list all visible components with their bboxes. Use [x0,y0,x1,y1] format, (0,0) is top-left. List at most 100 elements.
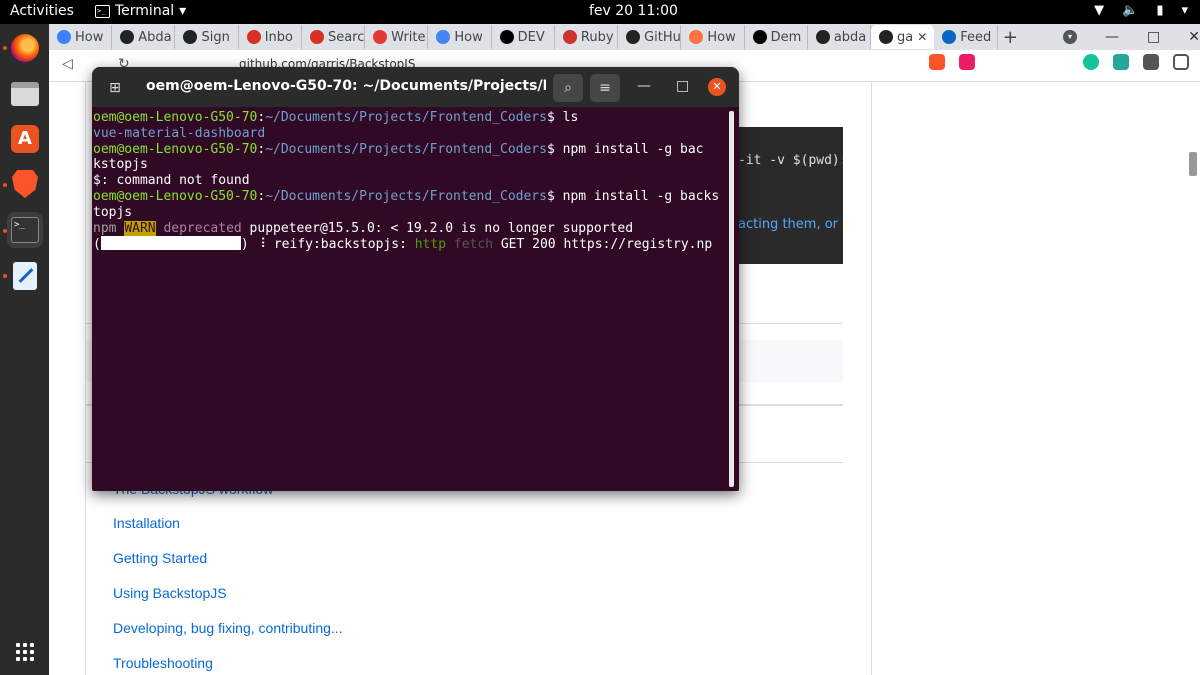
browser-tab[interactable]: ga ✕ [871,25,935,49]
brave-rewards-icon[interactable] [959,54,975,70]
browser-tab[interactable]: Ruby [555,25,619,49]
show-applications-icon[interactable] [7,634,43,670]
tab-favicon-icon [436,30,451,44]
terminal-window[interactable]: ⊞ oem@oem-Lenovo-G50-70: ~/Documents/Pro… [92,67,739,491]
browser-tab[interactable]: Feed [934,25,998,49]
tab-label: Write [391,29,426,45]
tab-close-icon[interactable]: ✕ [917,30,927,44]
tab-label: How [707,29,736,45]
firefox-icon[interactable] [7,30,43,66]
dock: A >_ [0,24,49,675]
browser-tab[interactable]: GitHu [618,25,682,49]
toc-link-using-backstopjs[interactable]: Using BackstopJS [113,585,227,601]
tab-label: abda [833,29,867,45]
toc-link-troubleshooting[interactable]: Troubleshooting [113,655,213,671]
terminal-line: topjs [93,204,133,220]
app-name: Terminal [115,3,175,19]
toc-link-getting-started[interactable]: Getting Started [113,550,207,566]
activities-button[interactable]: Activities [10,3,74,19]
brave-browser-icon[interactable] [7,166,43,202]
code-line: -it -v $(pwd):/ [738,153,843,168]
browser-tab[interactable]: Write [365,25,429,49]
tab-favicon-icon [942,30,957,44]
browser-tab[interactable]: Inbo [239,25,302,49]
wifi-icon: ▼ [1094,3,1105,18]
toc-link-installation[interactable]: Installation [113,515,180,531]
browser-tab[interactable]: Abda [112,25,176,49]
code-block: -it -v $(pwd):/ acting them, or [738,127,843,264]
browser-minimize-icon[interactable]: — [1105,29,1119,45]
tab-favicon-icon [120,30,135,44]
tab-favicon-icon [309,30,324,44]
browser-close-icon[interactable]: ✕ [1188,29,1200,45]
software-store-icon[interactable]: A [7,121,43,157]
browser-tab-strip: How Abda Sign Inbo Searc Write How DEV Ruby GitHu… [49,24,1200,50]
battery-icon: ▮ [1156,3,1164,18]
hamburger-menu-icon[interactable]: ≡ [590,74,620,102]
volume-icon: 🔈 [1122,3,1139,18]
minimize-icon[interactable]: — [637,78,651,94]
clock[interactable]: fev 20 11:00 [589,3,678,19]
wallet-icon[interactable] [1173,54,1189,70]
search-icon[interactable]: ⌕ [553,74,583,102]
tab-favicon-icon [815,30,830,44]
tab-label: Ruby [580,29,614,45]
tab-search-icon[interactable]: ▾ [1063,30,1077,44]
terminal-scrollbar[interactable] [729,111,734,487]
puzzle-icon[interactable] [1143,54,1159,70]
tab-favicon-icon [562,30,577,44]
page-scrollbar[interactable] [1189,152,1197,176]
grammarly-icon[interactable] [1083,54,1099,70]
text-editor-icon[interactable] [7,258,43,294]
extension-icon[interactable] [1113,54,1129,70]
terminal-line: $: command not found [93,173,250,189]
browser-tab[interactable]: Dem [745,25,808,49]
browser-tab[interactable]: How [49,25,113,49]
tab-label: DEV [517,29,545,45]
browser-maximize-icon[interactable]: □ [1147,29,1160,45]
new-tab-icon[interactable]: ⊞ [100,74,130,102]
browser-tab[interactable]: How [681,25,745,49]
browser-tab[interactable]: Sign [175,25,239,49]
npm-progress-bar [100,236,241,251]
tab-label: ga [897,29,914,45]
close-icon[interactable]: ✕ [708,78,726,96]
terminal-output[interactable]: oem@oem-Lenovo-G50-70:~/Documents/Projec… [93,110,725,486]
app-menu[interactable]: >_ Terminal ▾ [95,3,186,19]
terminal-line: oem@oem-Lenovo-G50-70:~/Documents/Projec… [93,141,704,157]
tab-label: Inbo [264,29,293,45]
tab-label: Abda [138,29,172,45]
browser-tab[interactable]: abda [808,25,872,49]
tab-label: GitHu [644,29,681,45]
terminal-line: oem@oem-Lenovo-G50-70:~/Documents/Projec… [93,188,720,204]
tab-favicon-icon [752,30,767,44]
terminal-line: () ⠸ reify:backstopjs: http fetch GET 20… [93,236,713,253]
gnome-top-bar: Activities >_ Terminal ▾ fev 20 11:00 ▼ … [0,0,1200,24]
back-arrow-icon[interactable]: ◁ [62,56,73,72]
terminal-line: npm WARN deprecated puppeteer@15.5.0: < … [93,220,634,236]
terminal-line: kstopjs [93,157,148,173]
files-icon[interactable] [7,76,43,112]
tab-label: How [75,29,104,45]
tab-favicon-icon [626,30,641,44]
terminal-title: oem@oem-Lenovo-G50-70: ~/Documents/Proje… [146,78,546,94]
toc-link-developing[interactable]: Developing, bug fixing, contributing... [113,620,343,636]
browser-tab[interactable]: Searc [302,25,366,49]
brave-shields-icon[interactable] [929,54,945,70]
system-tray[interactable]: ▼ 🔈 ▮ ▾ [1094,3,1188,18]
extensions-area: ☰ [929,54,1200,70]
tab-favicon-icon [57,30,71,44]
terminal-header-bar[interactable]: ⊞ oem@oem-Lenovo-G50-70: ~/Documents/Pro… [92,67,739,107]
terminal-dock-icon[interactable]: >_ [7,212,43,248]
chevron-down-icon: ▾ [179,3,187,19]
new-tab-button[interactable]: + [998,27,1024,48]
terminal-icon: >_ [95,4,110,18]
browser-tab[interactable]: DEV [492,25,555,49]
browser-tab[interactable]: How [428,25,492,49]
tab-favicon-icon [879,30,894,44]
maximize-icon[interactable]: □ [676,78,689,94]
tab-favicon-icon [246,30,261,44]
tab-label: Feed [960,29,992,45]
terminal-line: oem@oem-Lenovo-G50-70:~/Documents/Projec… [93,110,579,125]
tab-favicon-icon [373,30,388,44]
